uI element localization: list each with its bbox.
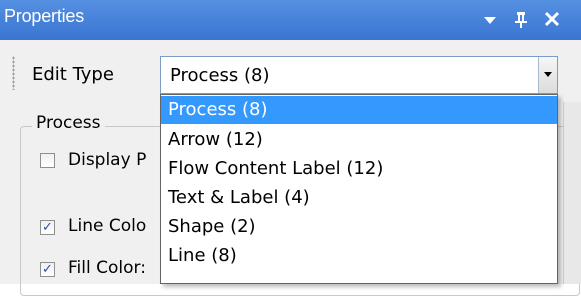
close-icon[interactable] [540, 6, 564, 32]
title-bar: Properties [0, 0, 581, 40]
line-color-checkbox-label: Line Colo [68, 216, 147, 236]
chevron-down-icon[interactable] [538, 57, 557, 93]
toolbar-grip-icon[interactable] [12, 56, 15, 90]
dropdown-option-line[interactable]: Line (8) [161, 242, 557, 270]
process-group-legend: Process [32, 113, 105, 133]
pin-icon[interactable] [509, 6, 533, 32]
fill-color-checkbox[interactable]: ✓ [40, 262, 55, 277]
edit-type-label: Edit Type [32, 64, 114, 85]
dropdown-option-text-label[interactable]: Text & Label (4) [161, 184, 557, 212]
edit-type-dropdown-list: Process (8) Arrow (12) Flow Content Labe… [160, 94, 558, 284]
display-checkbox[interactable] [40, 153, 55, 168]
dropdown-option-shape[interactable]: Shape (2) [161, 213, 557, 241]
dropdown-option-process[interactable]: Process (8) [161, 96, 557, 124]
edit-type-combobox-value: Process (8) [170, 65, 270, 86]
edit-type-combobox[interactable]: Process (8) [160, 56, 558, 94]
vertical-scrollbar[interactable] [563, 102, 581, 284]
window-title: Properties [4, 6, 85, 26]
fill-color-checkbox-label: Fill Color: [68, 258, 146, 278]
window-menu-dropdown-icon[interactable] [478, 6, 502, 32]
dropdown-option-flow-content-label[interactable]: Flow Content Label (12) [161, 155, 557, 183]
display-checkbox-label: Display P [68, 150, 147, 170]
dropdown-option-arrow[interactable]: Arrow (12) [161, 126, 557, 154]
line-color-checkbox[interactable]: ✓ [40, 220, 55, 235]
